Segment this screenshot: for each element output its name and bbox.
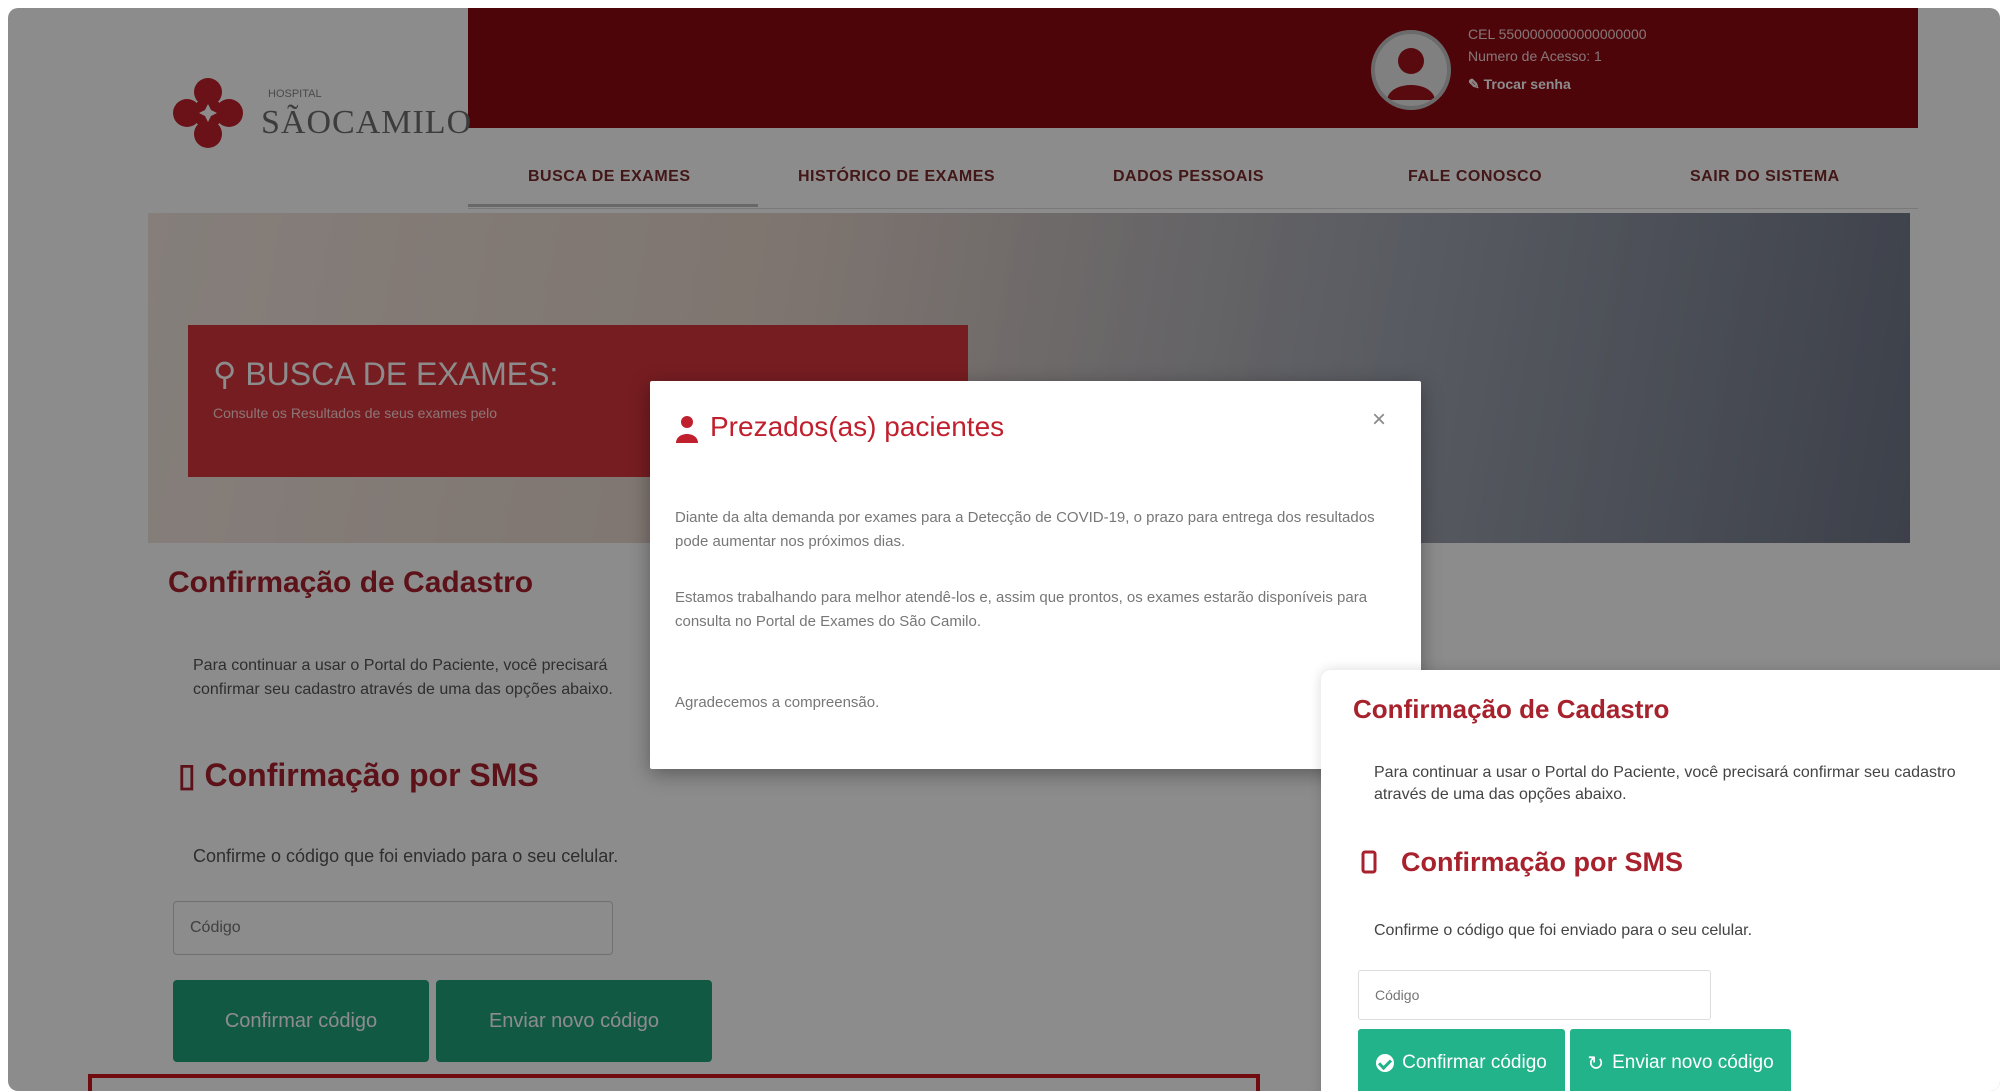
check-circle-icon [1376, 1054, 1395, 1072]
zoom-code-input[interactable] [1358, 970, 1711, 1020]
refresh-icon: ↻ [1587, 1052, 1605, 1075]
modal-title: Prezados(as) pacientes [710, 411, 1005, 442]
modal-paragraph-1: Diante da alta demanda por exames para a… [675, 509, 1375, 550]
zoom-description: Para continuar a usar o Portal do Pacien… [1374, 764, 1956, 803]
zoom-send-new-code-button[interactable]: ↻ Enviar novo código [1570, 1029, 1791, 1091]
zoom-confirm-code-button[interactable]: Confirmar código [1358, 1029, 1565, 1091]
zoom-sms-instruction: Confirme o código que foi enviado para o… [1374, 922, 1753, 939]
app-window: HOSPITAL SÃOCAMILO CEL 55000000000000000… [8, 8, 2000, 1091]
zoom-heading: Confirmação de Cadastro [1353, 694, 1670, 724]
modal-paragraph-2: Estamos trabalhando para melhor atendê-l… [675, 589, 1368, 630]
user-icon [676, 416, 698, 443]
modal-paragraph-3: Agradecemos a compreensão. [675, 694, 880, 711]
zoom-sms-heading: Confirmação por SMS [1361, 847, 1683, 878]
zoomed-detail-panel: Confirmação de Cadastro Para continuar a… [1321, 670, 2000, 1091]
close-icon[interactable]: × [1372, 406, 1386, 434]
notice-modal: Prezados(as) pacientes × Diante da alta … [650, 381, 1421, 769]
mobile-phone-icon [1361, 850, 1377, 874]
